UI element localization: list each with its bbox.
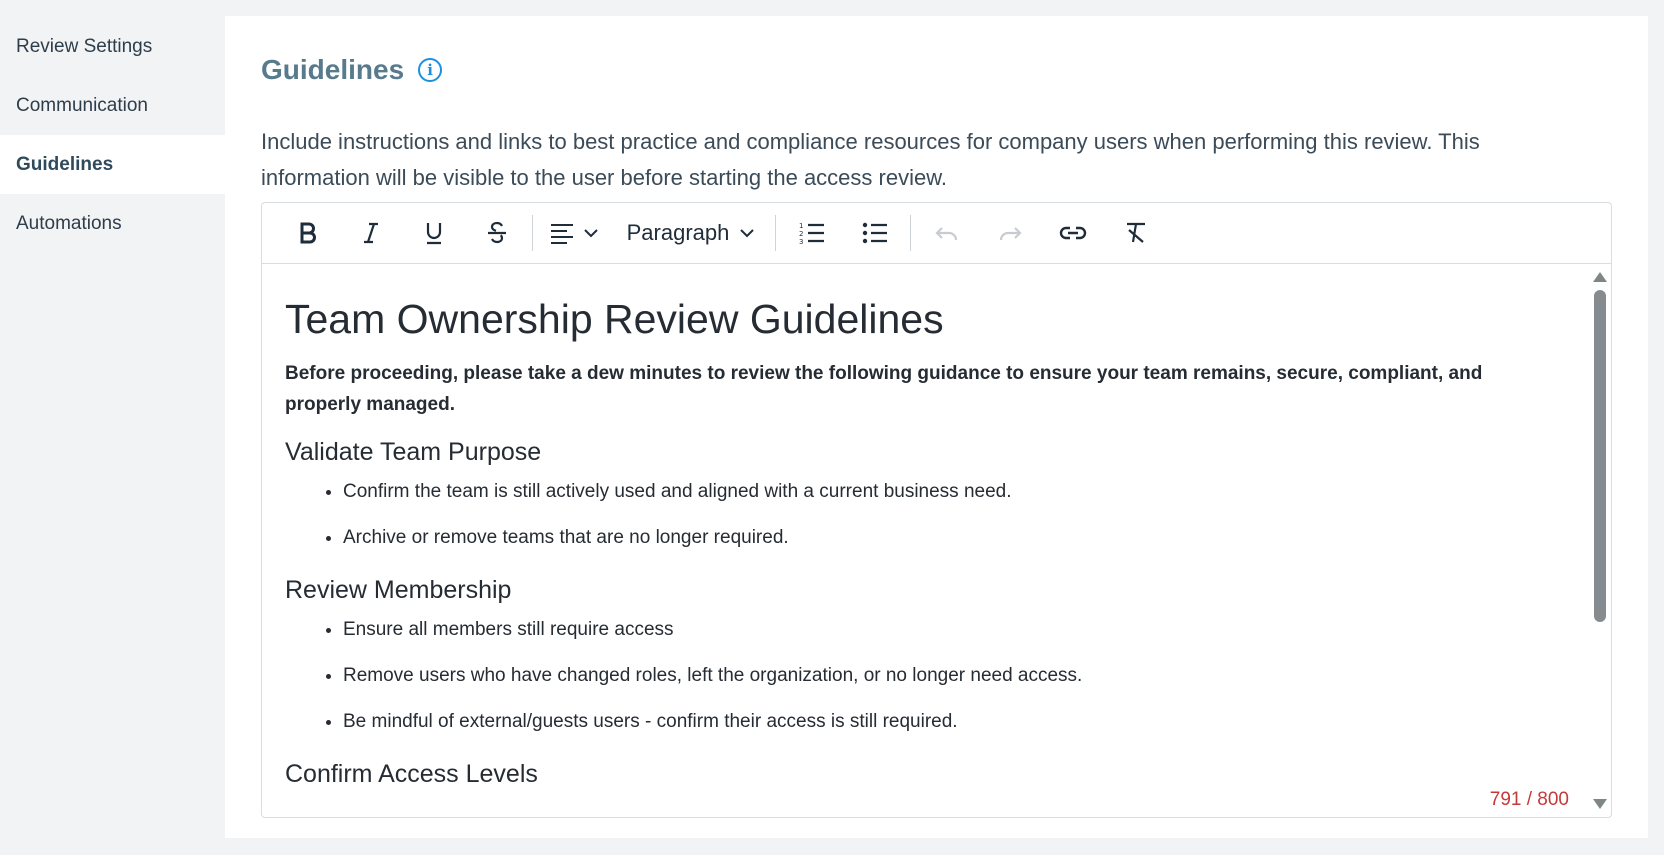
svg-text:1: 1 <box>799 222 803 230</box>
sidebar-item-guidelines[interactable]: Guidelines <box>0 135 225 194</box>
ordered-list-icon: 123 <box>799 222 824 245</box>
editor-toolbar: Paragraph 123 <box>262 203 1611 264</box>
toolbar-separator <box>775 215 776 251</box>
list-item: Confirm the team is still actively used … <box>343 480 1545 504</box>
section-list: Confirm the team is still actively used … <box>285 480 1545 550</box>
section-heading: Validate Team Purpose <box>285 438 542 466</box>
link-button[interactable] <box>1041 211 1104 255</box>
ordered-list-button[interactable]: 123 <box>780 211 843 255</box>
toolbar-separator <box>910 215 911 251</box>
block-format-label: Paragraph <box>626 220 730 245</box>
editor-content: Team Ownership Review Guidelines Before … <box>285 294 1545 802</box>
strikethrough-icon <box>487 221 506 244</box>
block-format-dropdown[interactable]: Paragraph <box>611 211 771 255</box>
strikethrough-button[interactable] <box>465 211 528 255</box>
undo-icon <box>934 227 957 241</box>
sidebar-item-review-settings[interactable]: Review Settings <box>0 17 225 76</box>
svg-text:2: 2 <box>799 230 803 238</box>
redo-icon <box>999 227 1022 241</box>
page-title: Guidelines <box>261 54 405 85</box>
page-description: Include instructions and links to best p… <box>261 129 1480 190</box>
info-icon[interactable]: i <box>418 58 443 82</box>
clear-format-icon <box>1126 222 1145 243</box>
underline-button[interactable] <box>402 211 465 255</box>
section-list: Ensure all members still require access … <box>285 618 1545 734</box>
chevron-down-icon <box>584 229 598 238</box>
sidebar-item-automations[interactable]: Automations <box>0 194 225 253</box>
doc-heading: Team Ownership Review Guidelines <box>285 296 944 342</box>
underline-icon <box>426 223 441 245</box>
bold-button[interactable] <box>276 211 339 255</box>
undo-button[interactable] <box>915 211 978 255</box>
clear-format-button[interactable] <box>1104 211 1167 255</box>
title-row: Guidelines i <box>261 54 443 86</box>
main-panel: Guidelines i Include instructions and li… <box>225 16 1648 838</box>
bold-icon <box>300 222 316 244</box>
list-item: Be mindful of external/guests users - co… <box>343 710 1545 734</box>
list-item: Remove users who have changed roles, lef… <box>343 664 1545 688</box>
bullet-list-icon <box>862 222 887 244</box>
doc-intro: Before proceeding, please take a dew min… <box>285 363 1483 415</box>
scroll-up-arrow[interactable] <box>1593 272 1607 282</box>
sidebar-item-communication[interactable]: Communication <box>0 76 225 135</box>
scroll-down-arrow[interactable] <box>1593 799 1607 809</box>
svg-text:3: 3 <box>799 238 803 245</box>
list-item: Archive or remove teams that are no long… <box>343 526 1545 550</box>
rich-text-editor: Paragraph 123 Team Ownership Review Guid… <box>261 202 1612 818</box>
chevron-down-icon <box>740 229 755 238</box>
section-heading: Review Membership <box>285 576 512 604</box>
italic-icon <box>363 222 378 244</box>
list-item: Ensure all members still require access <box>343 618 1545 642</box>
align-left-icon <box>551 224 573 244</box>
sidebar: Review Settings Communication Guidelines… <box>0 17 225 253</box>
link-icon <box>1059 226 1086 240</box>
editor-scrollbar[interactable] <box>1589 264 1611 817</box>
toolbar-separator <box>532 215 533 251</box>
section-heading: Confirm Access Levels <box>285 760 538 788</box>
redo-button[interactable] <box>978 211 1041 255</box>
bullet-list-button[interactable] <box>843 211 906 255</box>
align-dropdown[interactable] <box>537 211 611 255</box>
character-count: 791 / 800 <box>1489 789 1569 810</box>
editor-content-area[interactable]: Team Ownership Review Guidelines Before … <box>262 264 1611 817</box>
italic-button[interactable] <box>339 211 402 255</box>
scroll-thumb[interactable] <box>1594 290 1606 622</box>
